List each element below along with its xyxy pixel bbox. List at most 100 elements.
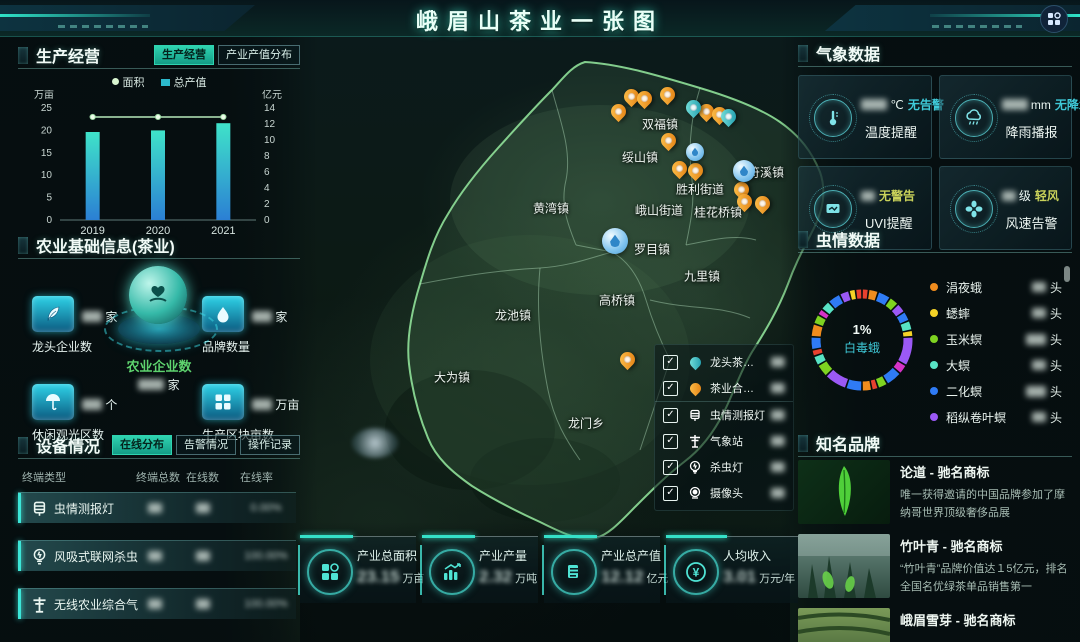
stat-number: 12.12 <box>601 567 644 586</box>
checkbox-checked[interactable]: ✓ <box>663 381 678 396</box>
weather-station-icon <box>686 434 704 448</box>
svg-text:14: 14 <box>264 103 276 114</box>
panel-production: 生产经营 生产经营 产业产值分布 面积 总产值 0510152025024681… <box>18 42 300 232</box>
income-yen-icon: ¥ <box>673 549 719 595</box>
status-badge: 轻风 <box>1035 189 1059 203</box>
leading-enterprise-icon <box>32 296 74 332</box>
layer-row-insect-lamp[interactable]: ✓ 虫情测报灯 <box>655 401 793 428</box>
device-total-blurred <box>148 551 162 561</box>
total-value-icon <box>551 549 597 595</box>
device-total-blurred <box>148 503 162 513</box>
brand-item[interactable]: 竹叶青 - 驰名商标 “竹叶青”品牌价值达１5亿元，排名全国名优绿茶单品销售第一 <box>798 534 1072 598</box>
total-area-icon <box>307 549 353 595</box>
pest-count-blurred <box>1032 360 1046 370</box>
device-row[interactable]: 风吸式联网杀虫 100.00% <box>18 540 296 571</box>
layer-row-tea-enterprise[interactable]: ✓ 龙头茶… <box>655 349 793 375</box>
insect-lamp-icon <box>686 408 704 422</box>
agri-center-platform <box>104 266 214 352</box>
svg-text:4: 4 <box>264 183 270 194</box>
tab-production[interactable]: 生产经营 <box>154 45 214 65</box>
layer-row-killer-lamp[interactable]: ✓ 杀虫灯 <box>655 454 793 480</box>
checkbox-checked[interactable]: ✓ <box>663 355 678 370</box>
tab-alarms[interactable]: 告警情况 <box>176 435 236 455</box>
tab-online-distribution[interactable]: 在线分布 <box>112 435 172 455</box>
svg-text:20: 20 <box>41 125 53 136</box>
device-online-blurred <box>196 599 210 609</box>
stat-card-output: 产业产量 2.32万吨 <box>422 536 538 603</box>
panel-devices: 设备情况 在线分布 告警情况 操作记录 终端类型 终端总数 在线数 在线率 虫情… <box>18 432 300 642</box>
svg-text:25: 25 <box>41 103 53 114</box>
layer-row-cooperative[interactable]: ✓ 茶业合… <box>655 375 793 401</box>
page-title: 峨眉山茶业一张图 <box>0 4 1080 36</box>
stat-production-blocks: 万亩 生产区块亩数 <box>202 384 322 420</box>
stat-value: 家 <box>252 308 287 325</box>
town-label: 黄湾镇 <box>533 200 569 217</box>
pest-count-blurred <box>1026 334 1046 345</box>
brand-desc: “竹叶青”品牌价值达１5亿元，排名全国名优绿茶单品销售第一 <box>900 561 1072 596</box>
pest-legend-row[interactable]: 蟋蟀头 <box>930 300 1062 326</box>
panel-pests: 虫情数据 1% 白毒蛾 涓夜蛾头 蟋蟀头 玉米螟头 大螟头 二化螟头 稻纵卷叶螟… <box>798 226 1072 430</box>
checkbox-checked[interactable]: ✓ <box>663 486 678 501</box>
stat-value: 个 <box>82 396 117 413</box>
town-label: 龙门乡 <box>568 415 604 432</box>
checkbox-checked[interactable]: ✓ <box>663 434 678 449</box>
thermometer-icon <box>809 94 857 142</box>
town-label: 绥山镇 <box>622 149 658 166</box>
device-rate: 100.00% <box>240 598 292 610</box>
layer-row-camera[interactable]: ✓ 摄像头 <box>655 480 793 506</box>
brand-photo-tea-field <box>798 608 890 642</box>
svg-text:6: 6 <box>264 167 270 178</box>
svg-text:8: 8 <box>264 151 270 162</box>
leisure-zone-icon <box>32 384 74 420</box>
status-badge: 无降水 <box>1055 98 1080 112</box>
brand-item[interactable]: 峨眉雪芽 - 驰名商标 <box>798 608 1072 642</box>
pest-legend-row[interactable]: 稻纵卷叶螟头 <box>930 404 1062 430</box>
killer-lamp-icon <box>31 548 48 565</box>
temp-value-blurred <box>861 99 887 110</box>
stat-brand-count: 家 品牌数量 <box>202 296 322 332</box>
pest-legend-row[interactable]: 玉米螟头 <box>930 326 1062 352</box>
device-row[interactable]: 虫情测报灯 0.00% <box>18 492 296 523</box>
pest-legend-row[interactable]: 大螟头 <box>930 352 1062 378</box>
checkbox-checked[interactable]: ✓ <box>663 408 678 423</box>
device-row[interactable]: 无线农业综合气 100.00% <box>18 588 296 619</box>
pest-legend-row[interactable]: 涓夜蛾头 <box>930 274 1062 300</box>
scrollbar-thumb[interactable] <box>1064 266 1070 282</box>
panel-agri-base: 农业基础信息(茶业) 家 龙头企业数 家 品牌数量 农业企业数 家 个 休闲观光… <box>18 232 300 430</box>
panel-title-pests: 虫情数据 <box>798 227 880 251</box>
tab-operation-log[interactable]: 操作记录 <box>240 435 300 455</box>
svg-text:0: 0 <box>46 215 52 226</box>
town-label: 胜利街道 <box>676 181 724 198</box>
device-online-blurred <box>196 503 210 513</box>
map-marker-water[interactable] <box>686 143 704 161</box>
stat-value: 万亩 <box>252 396 299 413</box>
map-marker-water[interactable] <box>602 228 628 254</box>
weather-card-temperature: ℃无告警 温度提醒 <box>798 75 932 159</box>
pest-legend-row[interactable]: 二化螟头 <box>930 378 1062 404</box>
brand-photo-tea-buds <box>798 534 890 598</box>
donut-species: 白毒蛾 <box>806 339 918 356</box>
stat-card-income: ¥ 人均收入 3.01万元/年 <box>666 536 798 603</box>
weather-station-icon <box>31 596 48 613</box>
legend-dot <box>930 283 938 291</box>
stat-card-total-area: 产业总面积 23.15万亩 <box>300 536 416 603</box>
tab-output-distribution[interactable]: 产业产值分布 <box>218 45 300 65</box>
svg-text:10: 10 <box>264 135 276 146</box>
production-block-icon <box>202 384 244 420</box>
panel-title-agri: 农业基础信息(茶业) <box>18 233 175 257</box>
pest-count-blurred <box>1032 412 1046 422</box>
map-marker-water[interactable] <box>733 160 755 182</box>
panel-title-weather: 气象数据 <box>798 41 880 65</box>
header-bar: 峨眉山茶业一张图 <box>0 0 1080 36</box>
device-rate: 100.00% <box>240 550 292 562</box>
layer-row-weather-station[interactable]: ✓ 气象站 <box>655 428 793 454</box>
output-icon <box>429 549 475 595</box>
line-series-marker <box>112 78 119 85</box>
town-label: 桂花桥镇 <box>694 204 742 221</box>
town-label: 罗目镇 <box>634 241 670 258</box>
apps-menu-button[interactable] <box>1040 5 1068 33</box>
wind-value-blurred <box>1002 191 1016 201</box>
checkbox-checked[interactable]: ✓ <box>663 460 678 475</box>
stat-card-total-value: 产业总产值 12.12亿元 <box>544 536 660 603</box>
brand-item[interactable]: 论道 - 驰名商标 唯一获得邀请的中国品牌参加了摩纳哥世界顶级奢侈品展 <box>798 460 1072 524</box>
